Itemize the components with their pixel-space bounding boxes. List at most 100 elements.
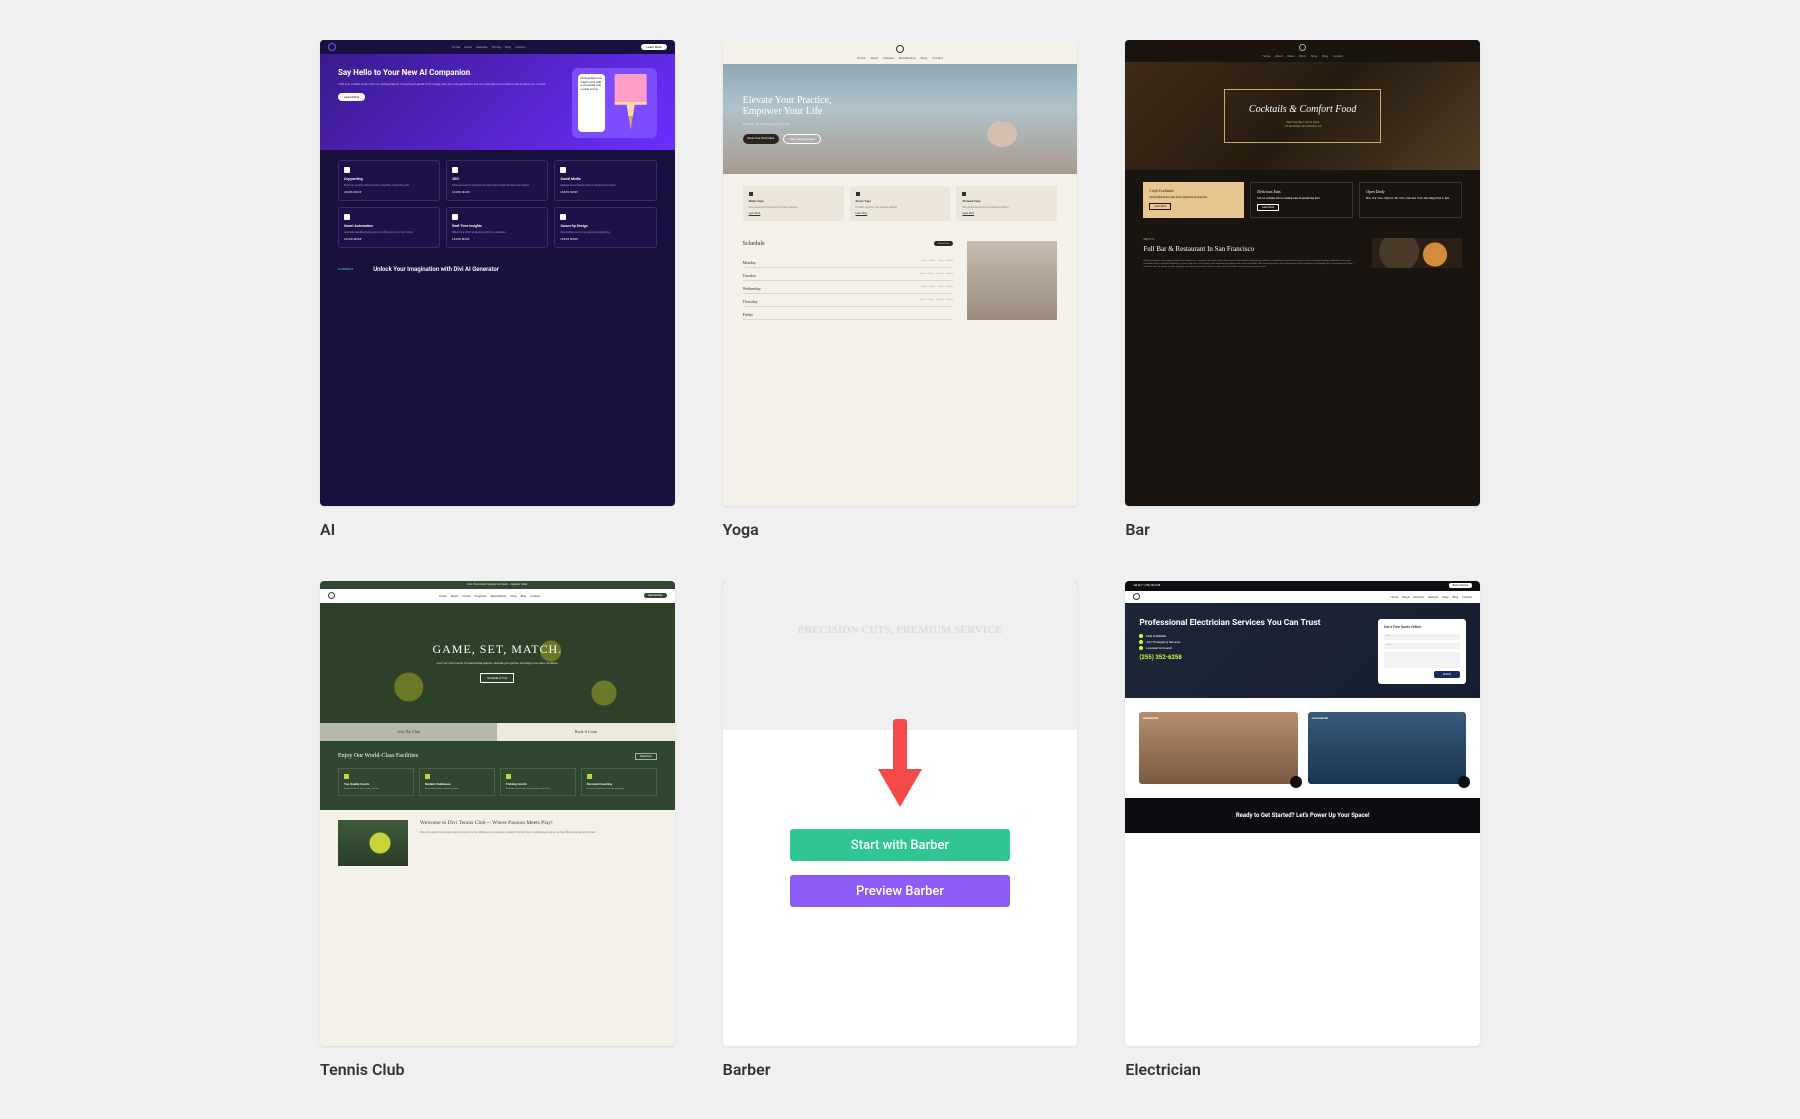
tile-icon (452, 167, 458, 173)
service-image (1308, 712, 1466, 784)
elec-nav: HomeAboutServicesReviewsShopBlogContact (1125, 591, 1480, 603)
schedule-button: Book Now (934, 241, 953, 246)
tile-icon (344, 167, 350, 173)
card-icon (749, 192, 753, 196)
thumbnail-yoga[interactable]: HomeAboutClassesMembershipShopContact El… (723, 40, 1078, 506)
bar-card: Delicious EatsPair our cocktails with ou… (1250, 182, 1353, 218)
template-card-ai[interactable]: HomeAboutFeaturesPricingBlogContact Lear… (320, 40, 675, 539)
yoga-card: Prenatal YogaSafe gentle sequences for e… (956, 186, 1057, 221)
form-textarea (1384, 652, 1460, 668)
yoga-btn-secondary: View Class Schedule (783, 134, 821, 144)
welcome-image (338, 820, 408, 866)
ai-feature-tiles: CopywritingEmpower, simplify, stand to w… (320, 150, 675, 258)
tile-icon (452, 214, 458, 220)
facility-card: Training CourtsDedicated courts with pro… (500, 768, 576, 797)
ai-hero-button: Learn More (338, 93, 365, 101)
yoga-schedule-image (967, 241, 1057, 320)
template-card-yoga[interactable]: HomeAboutClassesMembershipShopContact El… (723, 40, 1078, 539)
ai-nav: HomeAboutFeaturesPricingBlogContact Lear… (320, 40, 675, 54)
ai-tile: SEOBoost your search rankings with optim… (446, 160, 548, 201)
form-input-name: Name (1384, 634, 1460, 640)
facility-icon (506, 774, 511, 779)
barber-hover-overlay: Start with Barber Preview Barber (723, 581, 1078, 1047)
template-grid: HomeAboutFeaturesPricingBlogContact Lear… (320, 40, 1480, 1079)
facility-card: Modern ClubhouseRelax and connect in mod… (419, 768, 495, 797)
thumbnail-barber[interactable]: PRECISION CUTS, PREMIUM SERVICE Start wi… (723, 581, 1078, 1047)
tennis-hero: GAME, SET, MATCH. Join our community of … (320, 603, 675, 723)
bar-menu: HomeAboutMenuStoryShopBlogContact (1263, 54, 1343, 58)
tab-join: Join The Club (320, 723, 497, 741)
preview-button[interactable]: Preview Barber (790, 875, 1010, 907)
logo-icon (328, 43, 336, 51)
elec-bullets: Fast & Reliable 24/7 Emergency Services … (1139, 634, 1364, 650)
arrow-down-icon (883, 719, 917, 811)
start-with-button[interactable]: Start with Barber (790, 829, 1010, 861)
ai-tile: Smart AutomationAutomate repetitive task… (338, 207, 440, 248)
template-card-bar[interactable]: HomeAboutMenuStoryShopBlogContact Cockta… (1125, 40, 1480, 539)
schedule-heading: Schedule (743, 241, 765, 247)
bullet-item: 24/7 Emergency Services (1139, 640, 1364, 644)
schedule-day: TuesdayHatha · 8:00amPrenatal · 10:00am (743, 268, 954, 281)
arrow-icon (1458, 776, 1470, 788)
card-icon (962, 192, 966, 196)
template-title: AI (320, 520, 675, 539)
template-card-electrician[interactable]: Call 24/7 • (255) 352-6258 Book A Servic… (1125, 581, 1480, 1080)
service-image (1139, 712, 1297, 784)
yoga-card: Hatha YogaSlow paced practice focusing o… (743, 186, 844, 221)
bar-hero-box: Cocktails & Comfort Food Open Everyday 1… (1224, 89, 1382, 143)
ai-hero: Say Hello to Your New AI Companion Craft… (320, 54, 675, 150)
thumbnail-bar[interactable]: HomeAboutMenuStoryShopBlogContact Cockta… (1125, 40, 1480, 506)
schedule-day: Friday (743, 307, 954, 320)
bar-about: ABOUT US Full Bar & Restaurant In San Fr… (1125, 230, 1480, 286)
bar-card: Craft CocktailsHandcrafted drinks made f… (1143, 182, 1244, 218)
tennis-nav-cta: Membership (644, 593, 666, 598)
yoga-schedule: Schedule Book Now MondayHatha · 8:00amPow… (723, 233, 1078, 328)
thumbnail-electrician[interactable]: Call 24/7 • (255) 352-6258 Book A Servic… (1125, 581, 1480, 1047)
tennis-welcome: Welcome to Divi Tennis Club— Where Passi… (320, 810, 675, 876)
template-title: Tennis Club (320, 1060, 675, 1079)
bar-cards: Craft CocktailsHandcrafted drinks made f… (1125, 170, 1480, 230)
facility-icon (587, 774, 592, 779)
yoga-class-cards: Hatha YogaSlow paced practice focusing o… (723, 174, 1078, 233)
elec-cta-section: Ready to Get Started? Let's Power Up You… (1125, 798, 1480, 834)
ai-hero-heading: Say Hello to Your New AI Companion (338, 68, 558, 78)
elec-topbar: Call 24/7 • (255) 352-6258 Book A Servic… (1125, 581, 1480, 591)
tennis-facilities: Enjoy Our World-Class Facilities Virtual… (320, 741, 675, 811)
ai-footer: AI GENERATE Unlock Your Imagination with… (320, 258, 675, 281)
tennis-nav: HomeAboutCourtsProgramsMembershipShopBlo… (320, 589, 675, 603)
elec-hero: Professional Electrician Services You Ca… (1125, 603, 1480, 698)
schedule-day: MondayHatha · 8:00amPower · 10:00am (743, 255, 954, 268)
ai-tile: CopywritingEmpower, simplify, stand to w… (338, 160, 440, 201)
elec-quote-form: Get a Free Quote Online Name Phone Submi… (1378, 619, 1466, 684)
facility-icon (425, 774, 430, 779)
tile-icon (560, 167, 566, 173)
ai-tile: Real-Time InsightsMake more informed dec… (446, 207, 548, 248)
bar-card: Open DailyMon–Thu 11am–10pm Fri–Sat 11am… (1359, 182, 1462, 218)
logo-icon (1133, 593, 1140, 600)
arrow-icon (1290, 776, 1302, 788)
bar-nav: HomeAboutMenuStoryShopBlogContact (1125, 40, 1480, 62)
ai-hero-sub: Craft your content closer with our cutti… (338, 83, 558, 87)
form-submit: Submit (1434, 671, 1460, 678)
ai-nav-menu: HomeAboutFeaturesPricingBlogContact (452, 45, 525, 49)
template-title: Barber (723, 1060, 1078, 1079)
bar-about-image (1372, 238, 1462, 268)
template-card-barber[interactable]: PRECISION CUTS, PREMIUM SERVICE Start wi… (723, 581, 1078, 1080)
facility-icon (344, 774, 349, 779)
yoga-nav: HomeAboutClassesMembershipShopContact (723, 40, 1078, 64)
tile-icon (344, 214, 350, 220)
schedule-day: WednesdayHatha · 8:00amPower · 10:00am (743, 281, 954, 294)
facility-card: Top-Quality CourtsPremier courts to serv… (338, 768, 414, 797)
thumbnail-tennis[interactable]: FALL Tournament Signups Are Open! — Regi… (320, 581, 675, 1047)
template-card-tennis[interactable]: FALL Tournament Signups Are Open! — Regi… (320, 581, 675, 1080)
ai-hero-note: Photographic ice cream cone with a choco… (578, 74, 605, 132)
elec-phone: (255) 352-6258 (1139, 654, 1364, 661)
topbar-cta: Book A Service (1449, 583, 1472, 588)
ai-tile: Secure by DesignWe prioritize your priva… (554, 207, 656, 248)
tennis-tabs: Join The Club Book A Court (320, 723, 675, 741)
schedule-day: ThursdayHatha · 8:00amPrenatal · 10:00am (743, 294, 954, 307)
ai-tile: Social MediaManage and schedule posts to… (554, 160, 656, 201)
thumbnail-ai[interactable]: HomeAboutFeaturesPricingBlogContact Lear… (320, 40, 675, 506)
service-card: Commercial (1308, 712, 1466, 784)
ai-nav-cta: Learn More (641, 44, 666, 50)
